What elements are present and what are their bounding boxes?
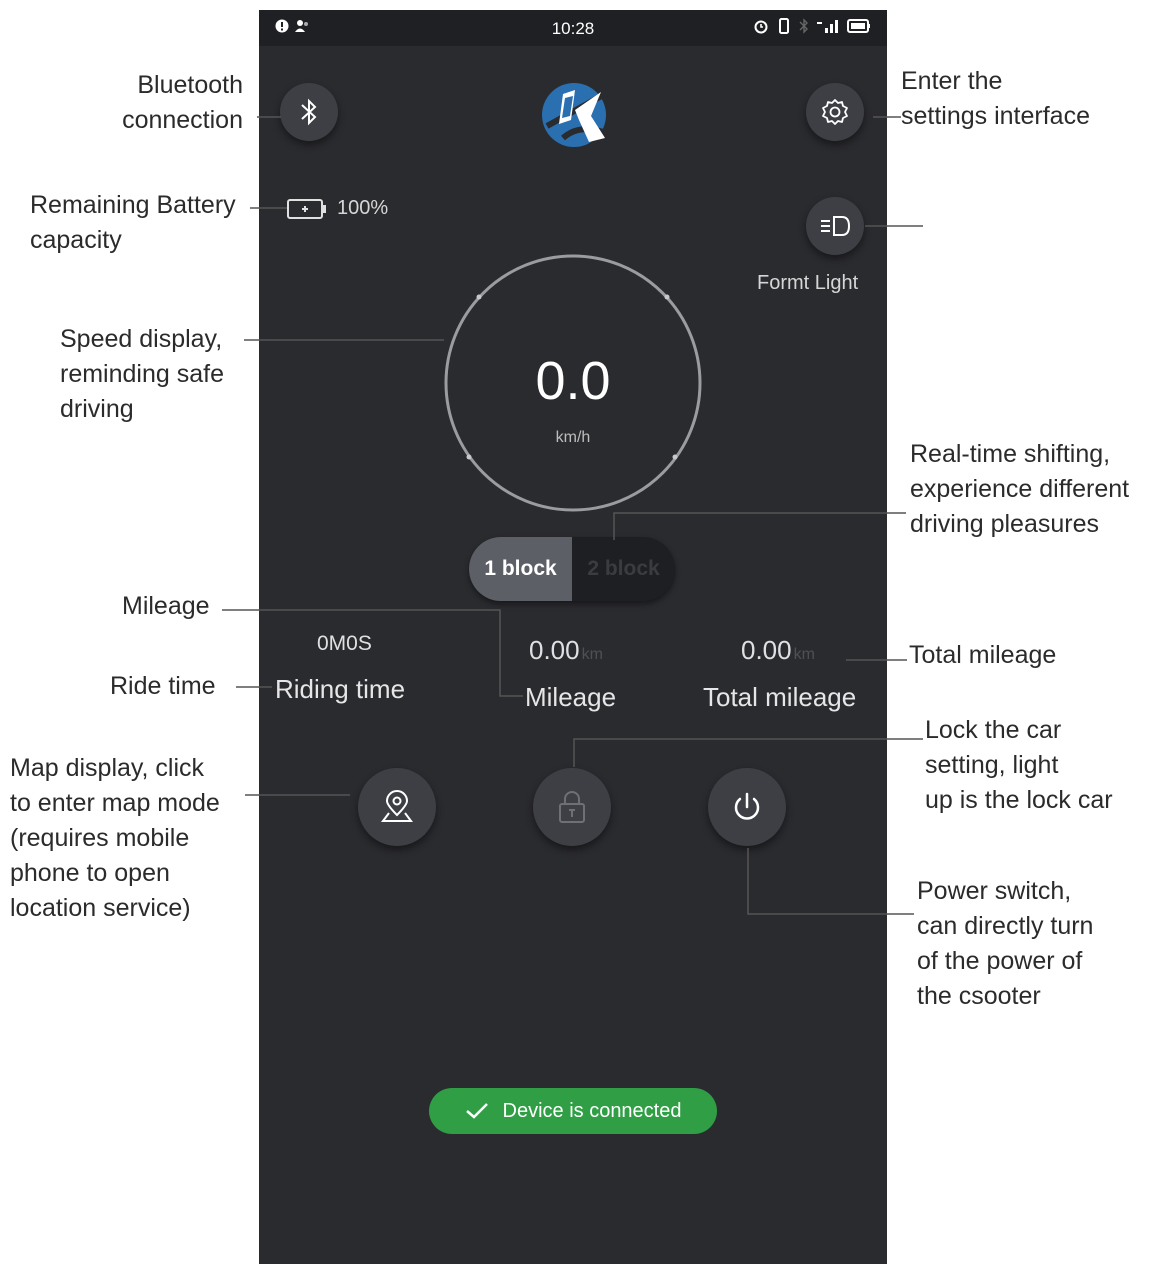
annotation-line: reminding safe [60, 360, 224, 388]
lock-button[interactable] [533, 768, 611, 846]
gear-icon [822, 99, 848, 125]
phone-screen: 10:28 100% Formt Light 0.0 km/h 1 block … [259, 10, 887, 1264]
battery-status-icon [847, 19, 870, 33]
power-button[interactable] [708, 768, 786, 846]
speed-unit: km/h [555, 429, 591, 446]
mileage-number: 0.00 [529, 635, 580, 665]
gauge-tick [664, 294, 670, 300]
annotation-line: Enter the [901, 67, 1003, 95]
mileage-value: 0.00 km [529, 635, 603, 666]
status-right-icons [753, 18, 871, 34]
annotation-line: driving [60, 395, 134, 423]
signal-icon [817, 20, 838, 33]
connection-toast: Device is connected [429, 1088, 717, 1134]
annotation-line: setting, light [925, 751, 1059, 779]
headlight-icon [821, 216, 851, 236]
annotation-line: Lock the car [925, 716, 1062, 744]
annotation-line: Speed display, [60, 325, 223, 353]
alarm-icon [754, 20, 768, 34]
front-light-label: Formt Light [757, 272, 859, 294]
annotation-line: Real-time shifting, [910, 440, 1111, 468]
battery-level-text: 100% [337, 197, 389, 219]
annotation-line: driving pleasures [910, 510, 1099, 538]
annotation-line: of the power of [917, 947, 1083, 975]
bluetooth-icon [301, 98, 317, 126]
annotation-line: the csooter [917, 982, 1041, 1010]
brand-logo [542, 83, 607, 147]
lock-icon [559, 791, 585, 823]
battery-icon [287, 198, 326, 219]
annotation-line: up is the lock car [925, 786, 1113, 814]
settings-button[interactable] [806, 83, 864, 141]
annotation-lock: Lock the car setting, light up is the lo… [925, 713, 1113, 818]
annotation-line: to enter map mode [10, 789, 220, 817]
annotation-bluetooth: Bluetooth connection [100, 68, 243, 138]
bluetooth-button[interactable] [280, 83, 338, 141]
power-icon [734, 792, 760, 820]
annotation-line: (requires mobile [10, 824, 190, 852]
mileage-unit: km [581, 646, 603, 663]
annotation-line: Power switch, [917, 877, 1072, 905]
bluetooth-status-icon [799, 18, 808, 34]
total-mileage-number: 0.00 [741, 635, 792, 665]
annotation-line: location service) [10, 894, 191, 922]
annotation-line: Remaining Battery [30, 191, 236, 219]
total-mileage-label: Total mileage [703, 682, 857, 712]
annotation-map: Map display, click to enter map mode (re… [10, 751, 220, 926]
checkmark-icon [465, 1103, 488, 1119]
annotation-mileage: Mileage [122, 592, 210, 620]
annotation-total-mileage: Total mileage [909, 641, 1057, 669]
mileage-label: Mileage [525, 682, 617, 712]
vibrate-icon [779, 18, 789, 34]
annotation-settings: Enter the settings interface [901, 64, 1090, 134]
toast-text: Device is connected [502, 1099, 682, 1122]
total-mileage-value: 0.00 km [741, 635, 815, 666]
annotation-line: connection [122, 106, 243, 134]
map-pin-icon [381, 790, 413, 822]
gauge-tick [476, 294, 482, 300]
status-bar: 10:28 [259, 10, 887, 46]
annotation-speed: Speed display, reminding safe driving [60, 322, 224, 427]
gauge-tick [466, 454, 472, 460]
battery-indicator: 100% [287, 197, 388, 220]
annotation-line: Bluetooth [137, 71, 243, 99]
annotation-line: experience different [910, 475, 1130, 503]
front-light-button[interactable] [806, 197, 864, 255]
gear-option-2[interactable]: 2 block [572, 537, 675, 601]
annotation-line: phone to open [10, 859, 170, 887]
annotation-battery: Remaining Battery capacity [30, 188, 236, 258]
gear-option-1[interactable]: 1 block [469, 537, 572, 601]
ride-time-value: 0M0S [317, 632, 372, 655]
annotation-ride-time: Ride time [110, 672, 216, 700]
annotation-line: capacity [30, 226, 122, 254]
annotation-shifting: Real-time shifting, experience different… [910, 437, 1129, 542]
annotation-line: can directly turn [917, 912, 1094, 940]
ride-time-label: Riding time [275, 674, 406, 704]
annotation-power: Power switch, can directly turn of the p… [917, 874, 1093, 1014]
speed-value: 0.0 [535, 351, 611, 411]
map-button[interactable] [358, 768, 436, 846]
gear-toggle[interactable]: 1 block 2 block [469, 537, 675, 601]
annotation-line: Map display, click [10, 754, 205, 782]
total-mileage-unit: km [793, 646, 815, 663]
gauge-tick [672, 454, 678, 460]
canvas: 10:28 100% Formt Light 0.0 km/h 1 block … [0, 0, 1163, 1264]
annotation-line: settings interface [901, 102, 1090, 130]
